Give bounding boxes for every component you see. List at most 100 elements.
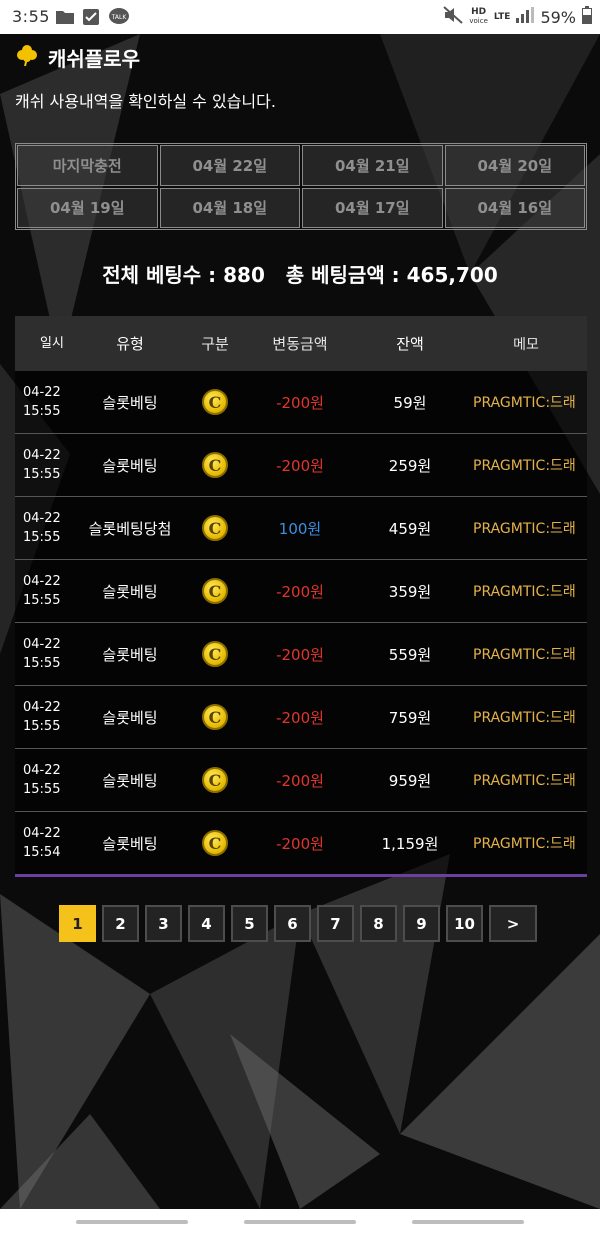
row-date: 04-22 <box>23 637 61 652</box>
row-balance: 359원 <box>388 582 432 601</box>
row-datetime: 04-22 15:55 <box>15 509 75 547</box>
page-button[interactable]: 5 <box>231 905 268 942</box>
row-kind: C <box>185 389 245 415</box>
row-datetime: 04-22 15:55 <box>15 572 75 610</box>
page-button-current[interactable]: 1 <box>59 905 96 942</box>
row-type: 슬롯베팅 <box>102 645 158 664</box>
mute-icon <box>443 6 464 28</box>
hd-voice-indicator: HD voice <box>469 7 488 26</box>
column-header: 변동금액 <box>272 335 328 353</box>
page-button[interactable]: 8 <box>360 905 397 942</box>
svg-text:TALK: TALK <box>111 14 128 21</box>
column-header: 메모 <box>513 336 539 353</box>
row-balance: 459원 <box>388 519 432 538</box>
row-date: 04-22 <box>23 826 61 841</box>
page-button[interactable]: 4 <box>188 905 225 942</box>
battery-percent: 59% <box>540 7 576 27</box>
nav-home-handle[interactable] <box>244 1220 356 1224</box>
coin-icon: C <box>202 830 228 856</box>
row-time: 15:55 <box>23 782 61 797</box>
table-row: 04-22 15:55 슬롯베팅 C -200원 359원 PRAGMTIC:드래 <box>15 560 587 623</box>
row-date: 04-22 <box>23 763 61 778</box>
row-type: 슬롯베팅 <box>102 708 158 727</box>
row-amount: -200원 <box>276 771 324 790</box>
next-page-button[interactable]: > <box>489 905 537 942</box>
date-tab[interactable]: 04월 21일 <box>302 145 443 186</box>
table-body: 04-22 15:55 슬롯베팅 C -200원 59원 PRAGMTIC:드래 04-22 1… <box>15 371 587 877</box>
row-memo: PRAGMTIC:드래 <box>473 584 576 600</box>
row-date: 04-22 <box>23 448 61 463</box>
table-row: 04-22 15:54 슬롯베팅 C -200원 1,159원 PRAGMTIC:드래 <box>15 812 587 877</box>
row-time: 15:55 <box>23 593 61 608</box>
row-type: 슬롯베팅 <box>102 582 158 601</box>
page-button[interactable]: 2 <box>102 905 139 942</box>
row-balance: 759원 <box>388 708 432 727</box>
row-balance: 959원 <box>388 771 432 790</box>
row-kind: C <box>185 830 245 856</box>
checkbox-icon <box>83 9 99 29</box>
table-header: 일시 유형 구분 변동금액 잔액 메모 <box>15 316 587 371</box>
row-datetime: 04-22 15:55 <box>15 635 75 673</box>
table-row: 04-22 15:55 슬롯베팅 C -200원 259원 PRAGMTIC:드래 <box>15 434 587 497</box>
row-time: 15:54 <box>23 845 61 860</box>
row-kind: C <box>185 515 245 541</box>
row-amount: -200원 <box>276 645 324 664</box>
date-tab[interactable]: 04월 18일 <box>159 187 300 228</box>
lte-indicator: LTE <box>493 11 511 22</box>
date-tab[interactable]: 04월 22일 <box>159 145 300 186</box>
row-balance: 1,159원 <box>381 834 439 853</box>
row-balance: 259원 <box>388 456 432 475</box>
betting-summary: 전체 베팅수 : 880 총 베팅금액 : 465,700 <box>102 263 498 287</box>
date-filter-grid: 마지막충전 04월 22일 04월 21일 04월 20일 04월 19일 04… <box>15 143 587 230</box>
row-datetime: 04-22 15:54 <box>15 824 75 862</box>
coin-icon: C <box>202 389 228 415</box>
row-date: 04-22 <box>23 700 61 715</box>
row-datetime: 04-22 15:55 <box>15 698 75 736</box>
nav-recents-handle[interactable] <box>412 1220 524 1224</box>
row-memo: PRAGMTIC:드래 <box>473 395 576 411</box>
row-kind: C <box>185 641 245 667</box>
row-amount: -200원 <box>276 834 324 853</box>
row-memo: PRAGMTIC:드래 <box>473 710 576 726</box>
row-memo: PRAGMTIC:드래 <box>473 836 576 852</box>
date-tab[interactable]: 04월 16일 <box>444 187 585 228</box>
row-datetime: 04-22 15:55 <box>15 761 75 799</box>
coin-icon: C <box>202 641 228 667</box>
column-header: 일시 <box>40 336 64 351</box>
page-button[interactable]: 7 <box>317 905 354 942</box>
page-title: 캐쉬플로우 <box>48 46 140 71</box>
row-time: 15:55 <box>23 719 61 734</box>
row-date: 04-22 <box>23 385 61 400</box>
date-tab[interactable]: 04월 19일 <box>17 187 158 228</box>
row-amount: -200원 <box>276 456 324 475</box>
row-time: 15:55 <box>23 656 61 671</box>
page-button[interactable]: 3 <box>145 905 182 942</box>
status-bar: 3:55 TALK HD voice LTE 59% <box>0 0 600 34</box>
nav-back-handle[interactable] <box>76 1220 188 1224</box>
coin-icon: C <box>202 578 228 604</box>
coin-icon: C <box>202 704 228 730</box>
date-tab[interactable]: 마지막충전 <box>17 145 158 186</box>
row-amount: -200원 <box>276 393 324 412</box>
row-amount: 100원 <box>278 519 322 538</box>
page-header: 캐쉬플로우 <box>16 42 140 72</box>
table-row: 04-22 15:55 슬롯베팅 C -200원 959원 PRAGMTIC:드래 <box>15 749 587 812</box>
row-time: 15:55 <box>23 467 61 482</box>
page-button[interactable]: 6 <box>274 905 311 942</box>
page-button[interactable]: 10 <box>446 905 483 942</box>
row-date: 04-22 <box>23 574 61 589</box>
row-type: 슬롯베팅 <box>102 834 158 853</box>
table-row: 04-22 15:55 슬롯베팅 C -200원 59원 PRAGMTIC:드래 <box>15 371 587 434</box>
signal-icon <box>516 7 535 27</box>
date-tab[interactable]: 04월 20일 <box>444 145 585 186</box>
page-button[interactable]: 9 <box>403 905 440 942</box>
row-balance: 559원 <box>388 645 432 664</box>
table-row: 04-22 15:55 슬롯베팅당첨 C 100원 459원 PRAGMTIC:드래 <box>15 497 587 560</box>
row-balance: 59원 <box>393 393 427 412</box>
coin-icon: C <box>202 515 228 541</box>
date-tab[interactable]: 04월 17일 <box>302 187 443 228</box>
row-kind: C <box>185 452 245 478</box>
row-kind: C <box>185 767 245 793</box>
row-memo: PRAGMTIC:드래 <box>473 458 576 474</box>
row-memo: PRAGMTIC:드래 <box>473 773 576 789</box>
